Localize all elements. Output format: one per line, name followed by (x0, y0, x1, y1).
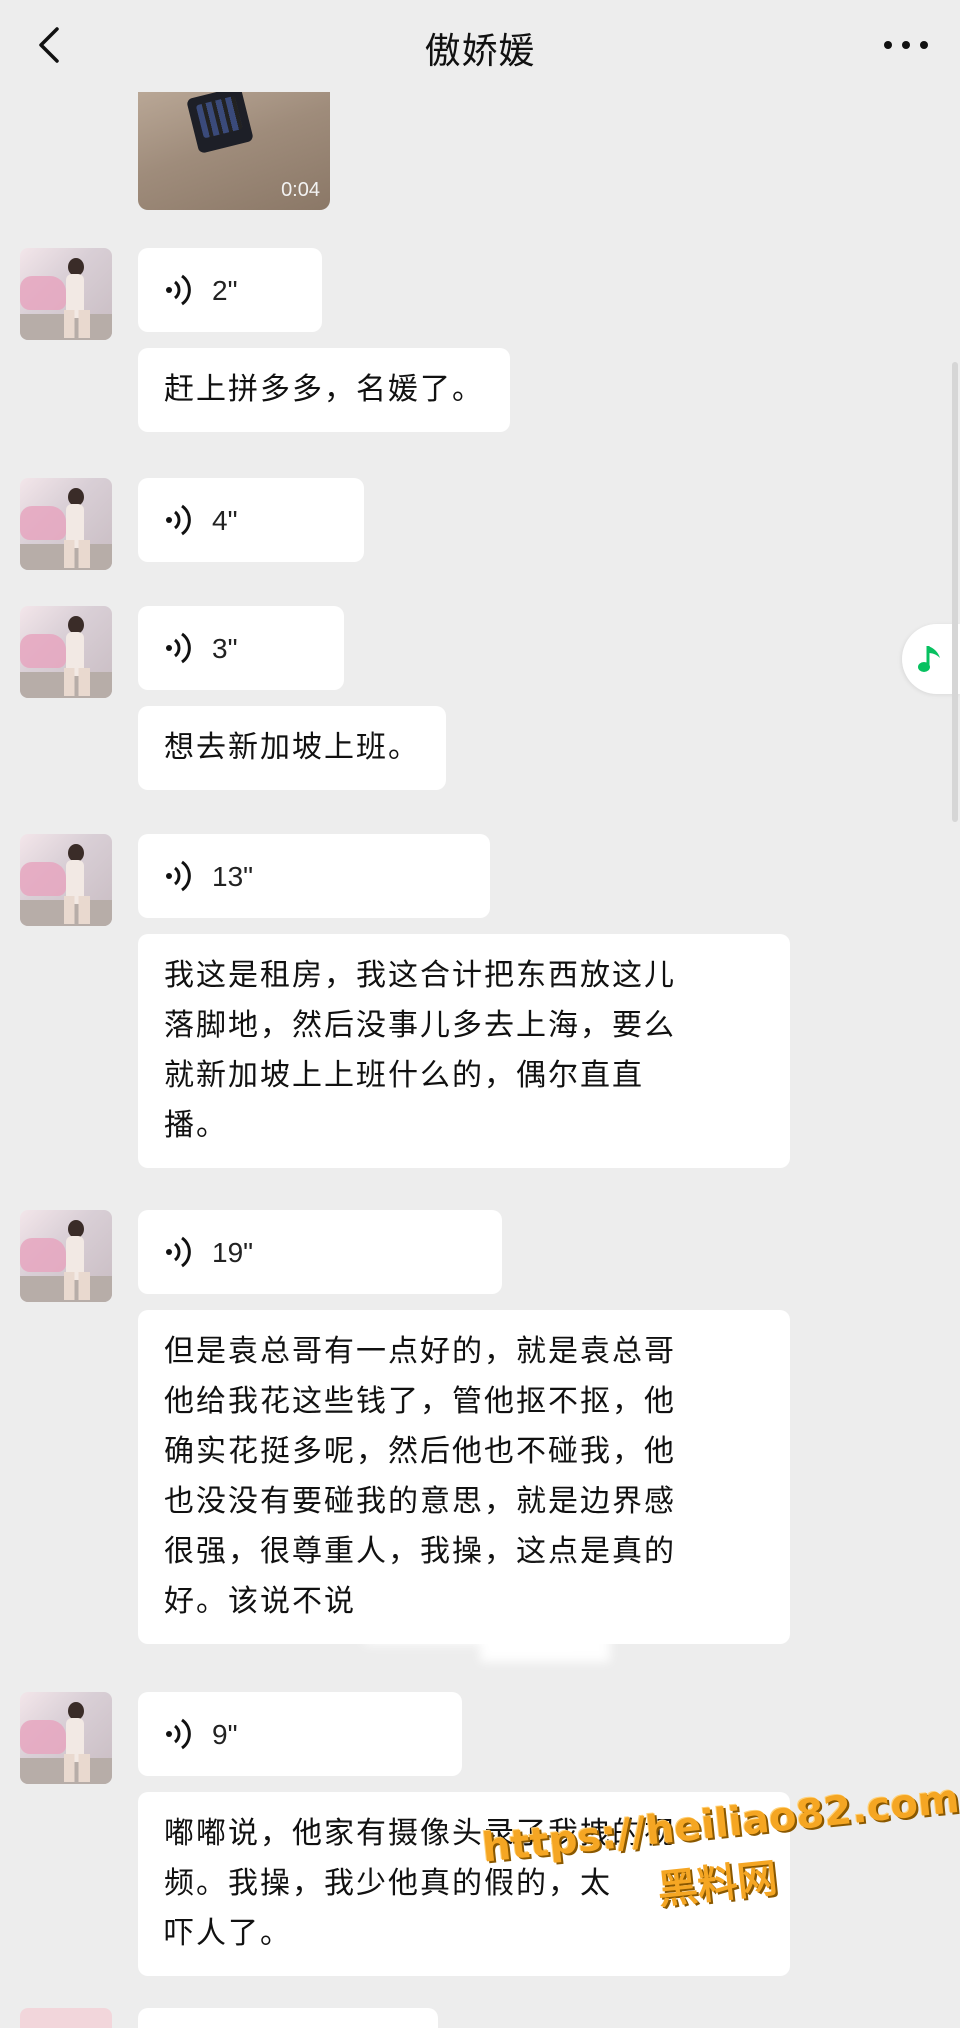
voice-duration: 13" (212, 861, 254, 892)
watermark-name: 黑料网 (655, 1855, 780, 1914)
message-text: 赶上拼多多，名媛了。 (164, 372, 484, 407)
avatar[interactable] (20, 1692, 112, 1784)
video-duration: 0:04 (281, 179, 320, 201)
voice-message[interactable]: 19" (138, 1210, 502, 1294)
avatar[interactable] (20, 606, 112, 698)
voice-wave-icon (164, 502, 194, 538)
message-line: 他给我花这些钱了，管他抠不抠，他 (164, 1384, 676, 1419)
message-line: 播。 (164, 1108, 228, 1143)
voice-duration: 2" (212, 275, 238, 306)
voice-message[interactable]: 4" (138, 478, 364, 562)
chat-title: 傲娇媛 (424, 31, 536, 72)
voice-duration: 4" (212, 505, 238, 536)
music-note-icon (918, 646, 940, 672)
avatar[interactable] (20, 1210, 112, 1302)
message-line: 就新加坡上上班什么的，偶尔直直 (164, 1058, 644, 1093)
blurred-region (480, 1622, 610, 1662)
video-thumbnail-image (186, 92, 254, 154)
message-line: 落脚地，然后没事儿多去上海，要么 (164, 1008, 676, 1043)
message-line: 也没没有要碰我的意思，就是边界感 (164, 1484, 676, 1519)
voice-duration: 3" (212, 633, 238, 664)
message-line: 确实花挺多呢，然后他也不碰我，他 (164, 1434, 676, 1469)
message-line: 很强，很尊重人，我操，这点是真的 (164, 1534, 676, 1569)
voice-duration: 9" (212, 1719, 238, 1750)
voice-message[interactable]: 2" (138, 248, 322, 332)
more-button[interactable] (876, 22, 936, 68)
avatar[interactable] (20, 834, 112, 926)
voice-message[interactable]: 9" (138, 1692, 462, 1776)
top-bar: 傲娇媛 (0, 0, 960, 92)
text-message[interactable]: 想去新加坡上班。 (138, 706, 446, 790)
avatar[interactable] (20, 478, 112, 570)
voice-message[interactable]: 13" (138, 834, 490, 918)
text-message[interactable]: 我这是租房，我这合计把东西放这儿 落脚地，然后没事儿多去上海，要么 就新加坡上上… (138, 934, 790, 1168)
text-message[interactable]: 赶上拼多多，名媛了。 (138, 348, 510, 432)
video-message[interactable]: 0:04 (138, 92, 330, 210)
avatar[interactable] (20, 248, 112, 340)
message-text: 想去新加坡上班。 (164, 730, 420, 765)
voice-wave-icon (164, 630, 194, 666)
avatar[interactable] (20, 2008, 112, 2028)
voice-wave-icon (164, 1716, 194, 1752)
voice-wave-icon (164, 1234, 194, 1270)
scrollbar[interactable] (952, 362, 958, 822)
voice-message[interactable] (138, 2008, 438, 2028)
voice-duration: 19" (212, 1237, 254, 1268)
voice-wave-icon (164, 272, 194, 308)
message-line: 但是袁总哥有一点好的，就是袁总哥 (164, 1334, 676, 1369)
message-line: 我这是租房，我这合计把东西放这儿 (164, 958, 676, 993)
message-list[interactable]: 0:04 2" 赶上拼多多，名媛了。 4" 3" 想去新加坡上班。 13" 我这… (0, 92, 960, 2028)
chat-screen: 傲娇媛 0:04 2" 赶上拼多多，名媛了。 4" 3" 想去新加坡上班。 13… (0, 0, 960, 2028)
voice-wave-icon (164, 858, 194, 894)
voice-message[interactable]: 3" (138, 606, 344, 690)
ellipsis-icon (884, 41, 928, 49)
